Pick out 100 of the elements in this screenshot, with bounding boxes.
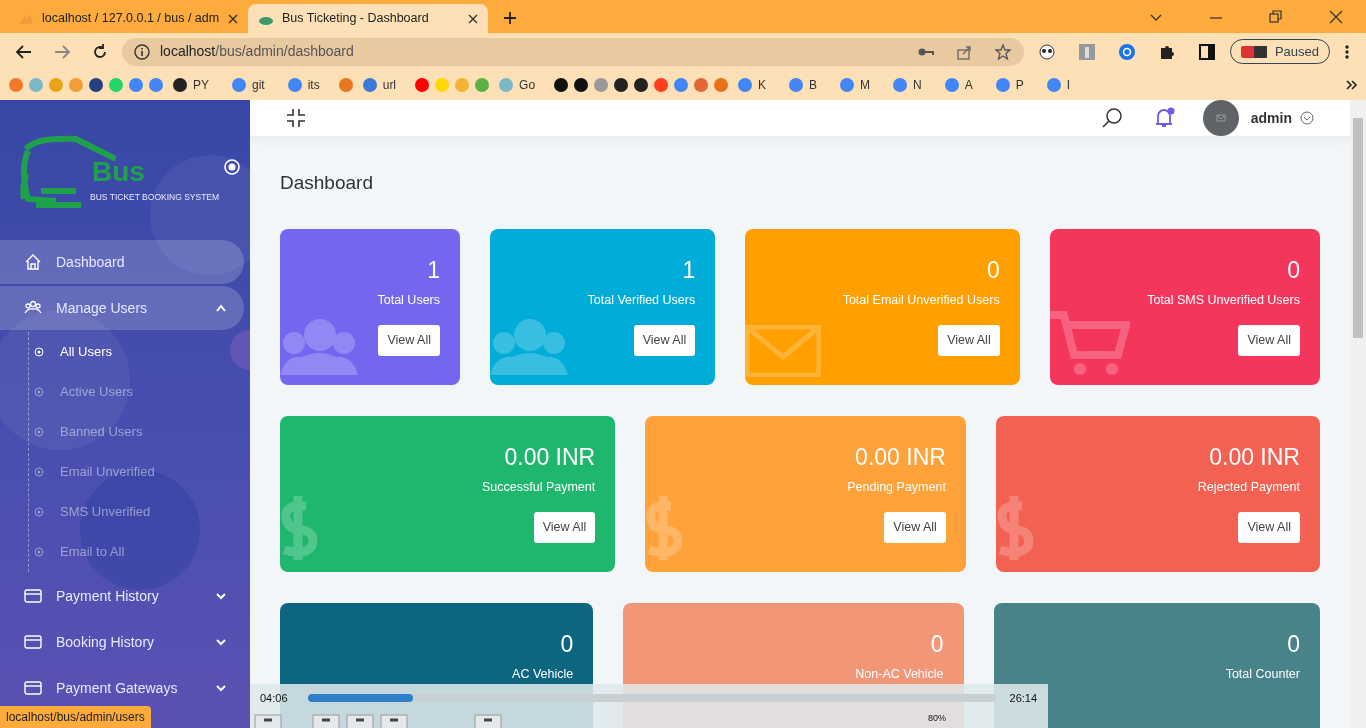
sidebar-item[interactable]: Dashboard xyxy=(0,240,244,284)
stop-icon[interactable] xyxy=(346,712,374,728)
bookmark[interactable]: git xyxy=(227,76,269,94)
sidebar-item[interactable]: Manage Users xyxy=(0,286,244,330)
bookmark-icon[interactable] xyxy=(573,77,590,93)
sidebar-item[interactable]: Booking History xyxy=(0,620,244,664)
previous-icon[interactable] xyxy=(312,712,340,728)
page-title: Dashboard xyxy=(280,171,374,195)
stat-label: Total SMS Unverified Users xyxy=(1147,291,1300,309)
toggle-icon[interactable] xyxy=(224,159,240,175)
bookmark-icon[interactable] xyxy=(172,77,188,93)
circle-dot-icon xyxy=(34,507,44,517)
stat-value: 0 xyxy=(930,629,944,659)
bookmark[interactable]: I xyxy=(1041,76,1075,94)
view-all-button[interactable]: View All xyxy=(884,512,946,543)
stat-value: 0 xyxy=(560,629,574,659)
bookmark-icon[interactable] xyxy=(88,77,104,93)
close-icon[interactable] xyxy=(468,13,478,24)
chevrons-icon[interactable] xyxy=(1346,79,1358,91)
chevron-down-icon xyxy=(216,592,226,600)
stat-label: Non-AC Vehicle xyxy=(855,665,944,683)
reload-icon[interactable] xyxy=(91,42,109,61)
close-icon[interactable] xyxy=(228,13,238,24)
stat-value: 1 xyxy=(427,255,440,285)
stat-label: AC Vehicle xyxy=(512,665,574,683)
bookmark[interactable]: K xyxy=(733,76,771,94)
back-icon[interactable] xyxy=(15,42,33,61)
forward-icon[interactable] xyxy=(53,42,71,61)
view-all-button[interactable]: View All xyxy=(633,325,696,356)
star-icon[interactable] xyxy=(994,43,1012,60)
view-all-button[interactable]: View All xyxy=(938,325,1000,356)
stat-label: Total Email Unverified Users xyxy=(842,291,1000,309)
chevron-down-icon xyxy=(1300,111,1314,125)
next-icon[interactable] xyxy=(380,712,408,728)
total-time: 26:14 xyxy=(1009,690,1038,706)
group-icon xyxy=(280,316,360,377)
bookmark[interactable]: PY xyxy=(168,76,213,94)
view-all-button[interactable]: View All xyxy=(533,512,596,543)
stat-label: Rejected Payment xyxy=(1197,478,1300,496)
stat-value: 0.00 INR xyxy=(1209,442,1300,472)
badge-icon xyxy=(1240,45,1267,58)
stat-value: 0 xyxy=(986,255,1000,285)
view-all-button[interactable]: View All xyxy=(1238,512,1300,543)
bookmark-icon[interactable] xyxy=(633,77,650,93)
volume-level: 80% xyxy=(928,712,946,725)
sidebar-icon[interactable] xyxy=(1197,42,1216,61)
address-bar[interactable]: localhost/bus/admin/dashboard xyxy=(122,37,1024,66)
sidebar-item[interactable]: Payment History xyxy=(0,574,244,618)
home-icon xyxy=(24,253,42,271)
stat-label: Total Counter xyxy=(1225,665,1300,683)
bookmark[interactable]: B xyxy=(784,76,822,94)
bookmark-icon[interactable] xyxy=(613,77,630,93)
stat-value: 0.00 INR xyxy=(855,442,946,472)
bookmark[interactable]: url xyxy=(357,76,401,94)
bookmark[interactable]: its xyxy=(282,76,324,94)
view-all-button[interactable]: View All xyxy=(378,325,440,356)
bookmark[interactable]: A xyxy=(939,76,977,94)
stat-value: 1 xyxy=(682,255,696,285)
bookmark[interactable]: M xyxy=(835,76,875,94)
collapse-icon[interactable] xyxy=(286,108,306,128)
logo-text: Bus xyxy=(92,155,145,189)
group-icon xyxy=(490,316,570,377)
circle-dot-icon xyxy=(34,467,44,477)
close-icon[interactable] xyxy=(1329,10,1343,24)
share-icon[interactable] xyxy=(955,43,973,60)
circle-a-icon[interactable] xyxy=(1117,42,1136,61)
scrollbar[interactable] xyxy=(1350,100,1366,728)
fullscreen-icon[interactable] xyxy=(474,712,502,728)
hand-icon[interactable] xyxy=(1077,42,1096,61)
bookmark[interactable]: N xyxy=(888,76,926,94)
envelope-icon xyxy=(745,324,822,377)
card-icon xyxy=(24,633,42,651)
panda-icon[interactable] xyxy=(1037,42,1056,61)
avatar-icon xyxy=(1202,100,1239,136)
bookmark-icon[interactable] xyxy=(553,77,570,93)
chevron-down-icon xyxy=(216,684,226,692)
bookmark[interactable]: P xyxy=(990,76,1028,94)
stat-label: Total Verified Users xyxy=(587,291,696,309)
more-icon[interactable] xyxy=(1344,43,1350,60)
stat-value: 0.00 INR xyxy=(504,442,596,472)
profile-button[interactable]: Paused xyxy=(1229,38,1330,65)
stat-label: Total Users xyxy=(377,291,440,309)
submenu-item[interactable]: All Users xyxy=(28,332,250,372)
chevron-up-icon xyxy=(216,304,226,312)
restore-icon[interactable] xyxy=(1269,10,1283,24)
view-all-button[interactable]: View All xyxy=(1238,325,1300,356)
seek-bar[interactable] xyxy=(307,694,996,702)
logo-tagline: BUS TICKET BOOKING SYSTEM xyxy=(90,191,220,204)
stat-label: Pending Payment xyxy=(847,478,946,496)
user-menu[interactable]: admin xyxy=(1202,100,1314,136)
circle-dot-icon xyxy=(34,547,44,557)
stat-value: 0 xyxy=(1287,255,1300,285)
browser-tab[interactable]: Bus Ticketing - Dashboard xyxy=(248,4,488,33)
new-tab-icon[interactable] xyxy=(502,10,518,26)
bookmark[interactable]: Go xyxy=(494,76,540,94)
search-icon[interactable] xyxy=(1100,107,1123,129)
chevron-down-icon xyxy=(216,638,226,646)
stat-label: Successful Payment xyxy=(481,478,596,496)
circle-dot-icon xyxy=(34,347,44,357)
pause-icon[interactable] xyxy=(254,712,282,728)
